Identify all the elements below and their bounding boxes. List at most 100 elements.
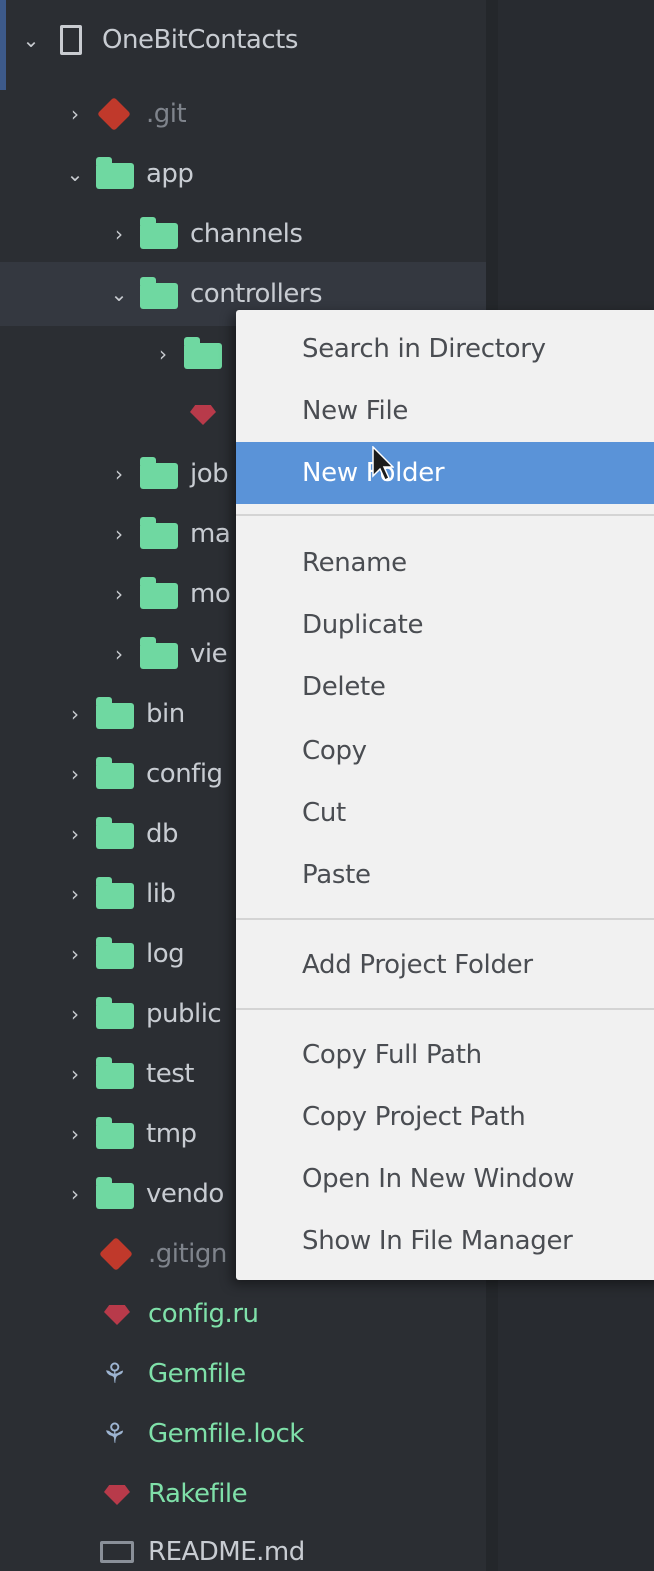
tree-item-project-root[interactable]: ⌄ OneBitContacts xyxy=(20,12,298,68)
editor-window: ⌄ OneBitContacts › .git ⌄ app › channels… xyxy=(0,0,654,1571)
folder-icon xyxy=(140,457,178,489)
chevron-right-icon[interactable]: › xyxy=(108,522,130,546)
chevron-right-icon[interactable]: › xyxy=(64,1182,86,1206)
chevron-right-icon[interactable]: › xyxy=(64,762,86,786)
chevron-right-icon[interactable]: › xyxy=(108,462,130,486)
tree-item-label: public xyxy=(146,999,222,1029)
menu-item-copy-full-path[interactable]: Copy Full Path xyxy=(236,1024,654,1086)
tree-item-label: channels xyxy=(190,219,303,249)
gem-icon: ⚘ xyxy=(102,1357,128,1390)
chevron-right-icon[interactable]: › xyxy=(108,582,130,606)
menu-item-new-file[interactable]: New File xyxy=(236,380,654,442)
tree-item-readme[interactable]: README.md xyxy=(98,1524,305,1571)
tree-item-lib[interactable]: › lib xyxy=(64,866,236,922)
menu-item-cut[interactable]: Cut xyxy=(236,782,654,844)
tree-item-label: app xyxy=(146,159,194,189)
ruby-icon xyxy=(98,1299,136,1329)
tree-item-config[interactable]: › config xyxy=(64,746,236,802)
tree-item-label: vendo xyxy=(146,1179,224,1209)
tree-item-label: job xyxy=(190,459,229,489)
menu-item-duplicate[interactable]: Duplicate xyxy=(236,594,654,656)
tree-item-models[interactable]: › mo xyxy=(108,566,236,622)
menu-separator xyxy=(236,514,654,516)
chevron-right-icon[interactable]: › xyxy=(64,822,86,846)
tree-item-config-ru[interactable]: config.ru xyxy=(98,1286,259,1342)
tree-item-label: config.ru xyxy=(148,1299,259,1329)
folder-icon xyxy=(96,1057,134,1089)
tree-item-app[interactable]: ⌄ app xyxy=(64,146,193,202)
tree-item-label: vie xyxy=(190,639,228,669)
chevron-down-icon[interactable]: ⌄ xyxy=(108,282,130,306)
tree-item-label: lib xyxy=(146,879,176,909)
menu-separator xyxy=(236,1008,654,1010)
chevron-right-icon[interactable]: › xyxy=(64,1062,86,1086)
git-icon xyxy=(96,97,134,131)
menu-item-open-in-new-window[interactable]: Open In New Window xyxy=(236,1148,654,1210)
tree-item-vendor[interactable]: › vendo xyxy=(64,1166,236,1222)
menu-item-copy-project-path[interactable]: Copy Project Path xyxy=(236,1086,654,1148)
tree-item-views[interactable]: › vie xyxy=(108,626,236,682)
tree-item-label: Rakefile xyxy=(148,1479,248,1509)
chevron-right-icon[interactable]: › xyxy=(152,342,174,366)
chevron-down-icon[interactable]: ⌄ xyxy=(64,162,86,186)
menu-item-search-in-directory[interactable]: Search in Directory xyxy=(236,318,654,380)
folder-icon xyxy=(96,997,134,1029)
folder-icon xyxy=(96,697,134,729)
tree-item-mailers[interactable]: › ma xyxy=(108,506,236,562)
chevron-right-icon[interactable]: › xyxy=(64,702,86,726)
chevron-right-icon[interactable]: › xyxy=(64,102,86,126)
tree-item-label: ma xyxy=(190,519,231,549)
tree-focus-accent xyxy=(0,0,6,90)
chevron-right-icon[interactable]: › xyxy=(64,1002,86,1026)
folder-icon xyxy=(140,517,178,549)
folder-icon xyxy=(96,1117,134,1149)
folder-icon xyxy=(96,1177,134,1209)
tree-item-concerns[interactable]: › xyxy=(152,326,236,382)
menu-item-rename[interactable]: Rename xyxy=(236,532,654,594)
chevron-right-icon[interactable]: › xyxy=(108,222,130,246)
tree-item-label: Gemfile xyxy=(148,1359,246,1389)
menu-item-add-project-folder[interactable]: Add Project Folder xyxy=(236,934,654,996)
menu-item-copy[interactable]: Copy xyxy=(236,720,654,782)
ruby-icon xyxy=(98,1479,136,1509)
folder-icon xyxy=(96,877,134,909)
chevron-right-icon[interactable]: › xyxy=(108,642,130,666)
tree-item-tmp[interactable]: › tmp xyxy=(64,1106,236,1162)
menu-item-new-folder[interactable]: New Folder xyxy=(236,442,654,504)
tree-item-git[interactable]: › .git xyxy=(64,86,186,142)
gem-icon: ⚘ xyxy=(102,1417,128,1450)
chevron-right-icon[interactable]: › xyxy=(64,1122,86,1146)
tree-item-label: db xyxy=(146,819,179,849)
tree-item-label: Gemfile.lock xyxy=(148,1419,304,1449)
markdown-icon xyxy=(98,1537,136,1567)
tree-item-db[interactable]: › db xyxy=(64,806,236,862)
menu-item-paste[interactable]: Paste xyxy=(236,844,654,906)
chevron-down-icon[interactable]: ⌄ xyxy=(20,28,42,52)
menu-item-show-in-file-manager[interactable]: Show In File Manager xyxy=(236,1210,654,1272)
tree-item-gemfile[interactable]: ⚘ Gemfile xyxy=(98,1346,246,1402)
tree-item-public[interactable]: › public xyxy=(64,986,236,1042)
tree-item-label: test xyxy=(146,1059,194,1089)
menu-item-delete[interactable]: Delete xyxy=(236,656,654,718)
tree-item-label: controllers xyxy=(190,279,323,309)
tree-item-gitignore[interactable]: .gitign xyxy=(98,1226,236,1282)
tree-item-ruby-file[interactable] xyxy=(184,386,236,442)
tree-item-label: .git xyxy=(146,99,187,129)
chevron-right-icon[interactable]: › xyxy=(64,882,86,906)
repo-icon xyxy=(52,25,90,55)
folder-icon xyxy=(184,337,222,369)
ruby-icon xyxy=(184,399,222,429)
tree-item-channels[interactable]: › channels xyxy=(108,206,302,262)
tree-item-rakefile[interactable]: Rakefile xyxy=(98,1466,247,1522)
folder-icon xyxy=(140,637,178,669)
tree-item-gemfile-lock[interactable]: ⚘ Gemfile.lock xyxy=(98,1406,304,1462)
tree-item-jobs[interactable]: › job xyxy=(108,446,236,502)
tree-item-label: log xyxy=(146,939,185,969)
tree-item-label: tmp xyxy=(146,1119,197,1149)
folder-icon xyxy=(140,217,178,249)
chevron-right-icon[interactable]: › xyxy=(64,942,86,966)
tree-item-test[interactable]: › test xyxy=(64,1046,236,1102)
tree-item-label: config xyxy=(146,759,223,789)
tree-item-bin[interactable]: › bin xyxy=(64,686,236,742)
tree-item-log[interactable]: › log xyxy=(64,926,236,982)
